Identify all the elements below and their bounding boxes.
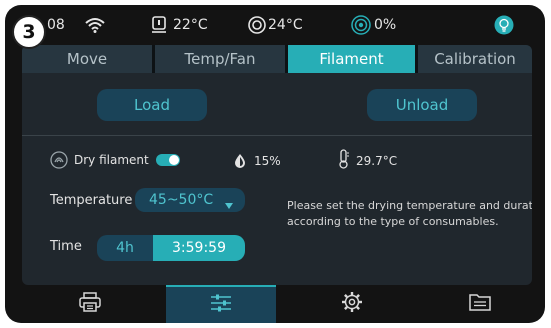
fan-value: 0% [374,17,397,33]
nav-settings[interactable] [297,285,407,323]
tab-bar: Move Temp/Fan Filament Calibration [22,45,532,73]
time-label: Time [50,238,82,254]
thermometer-icon [338,149,350,173]
nav-print[interactable] [35,285,145,323]
step-badge: 3 [12,15,46,49]
temperature-label: Temperature [50,192,133,208]
main-panel: Move Temp/Fan Filament Calibration Load … [22,45,532,285]
hint-line-1: Please set the drying temperature and du… [287,198,532,212]
light-bulb-icon[interactable] [494,5,514,45]
status-time: 08 [47,17,65,33]
gear-icon [341,291,363,317]
time-value[interactable]: 3:59:59 [153,235,245,261]
chevron-down-icon [225,197,233,213]
fan-icon [351,5,371,45]
bed-temperature-value: 22°C [173,17,208,33]
tab-temp-fan[interactable]: Temp/Fan [155,45,285,73]
time-option-4h[interactable]: 4h [97,235,153,261]
dry-filament-icon [50,151,68,173]
chamber-temperature-value: 24°C [268,17,303,33]
hint-line-2: according to the type of consumables. [287,214,499,228]
load-button[interactable]: Load [97,89,207,121]
nav-controls[interactable] [166,285,276,323]
dry-filament-toggle[interactable] [156,154,180,166]
temperature-select-value: 45~50°C [149,192,214,208]
wifi-icon [85,5,105,45]
humidity-value: 15% [254,154,281,168]
bed-temperature-icon [151,5,167,45]
sliders-icon [209,293,233,317]
dry-filament-label: Dry filament [74,153,149,167]
divider [22,135,532,136]
printer-icon [79,292,101,316]
unload-button[interactable]: Unload [367,89,477,121]
tab-filament[interactable]: Filament [288,45,415,73]
nav-files[interactable] [425,285,535,323]
folder-icon [469,292,491,316]
tab-move[interactable]: Move [22,45,152,73]
bottom-nav [5,285,545,323]
status-bar: 08 22°C 24°C 0% [5,5,545,45]
dry-temperature-value: 29.7°C [356,154,398,168]
chamber-temperature-icon [248,5,266,45]
humidity-icon [234,153,246,172]
tab-calibration[interactable]: Calibration [418,45,532,73]
temperature-select[interactable]: 45~50°C [135,188,245,212]
